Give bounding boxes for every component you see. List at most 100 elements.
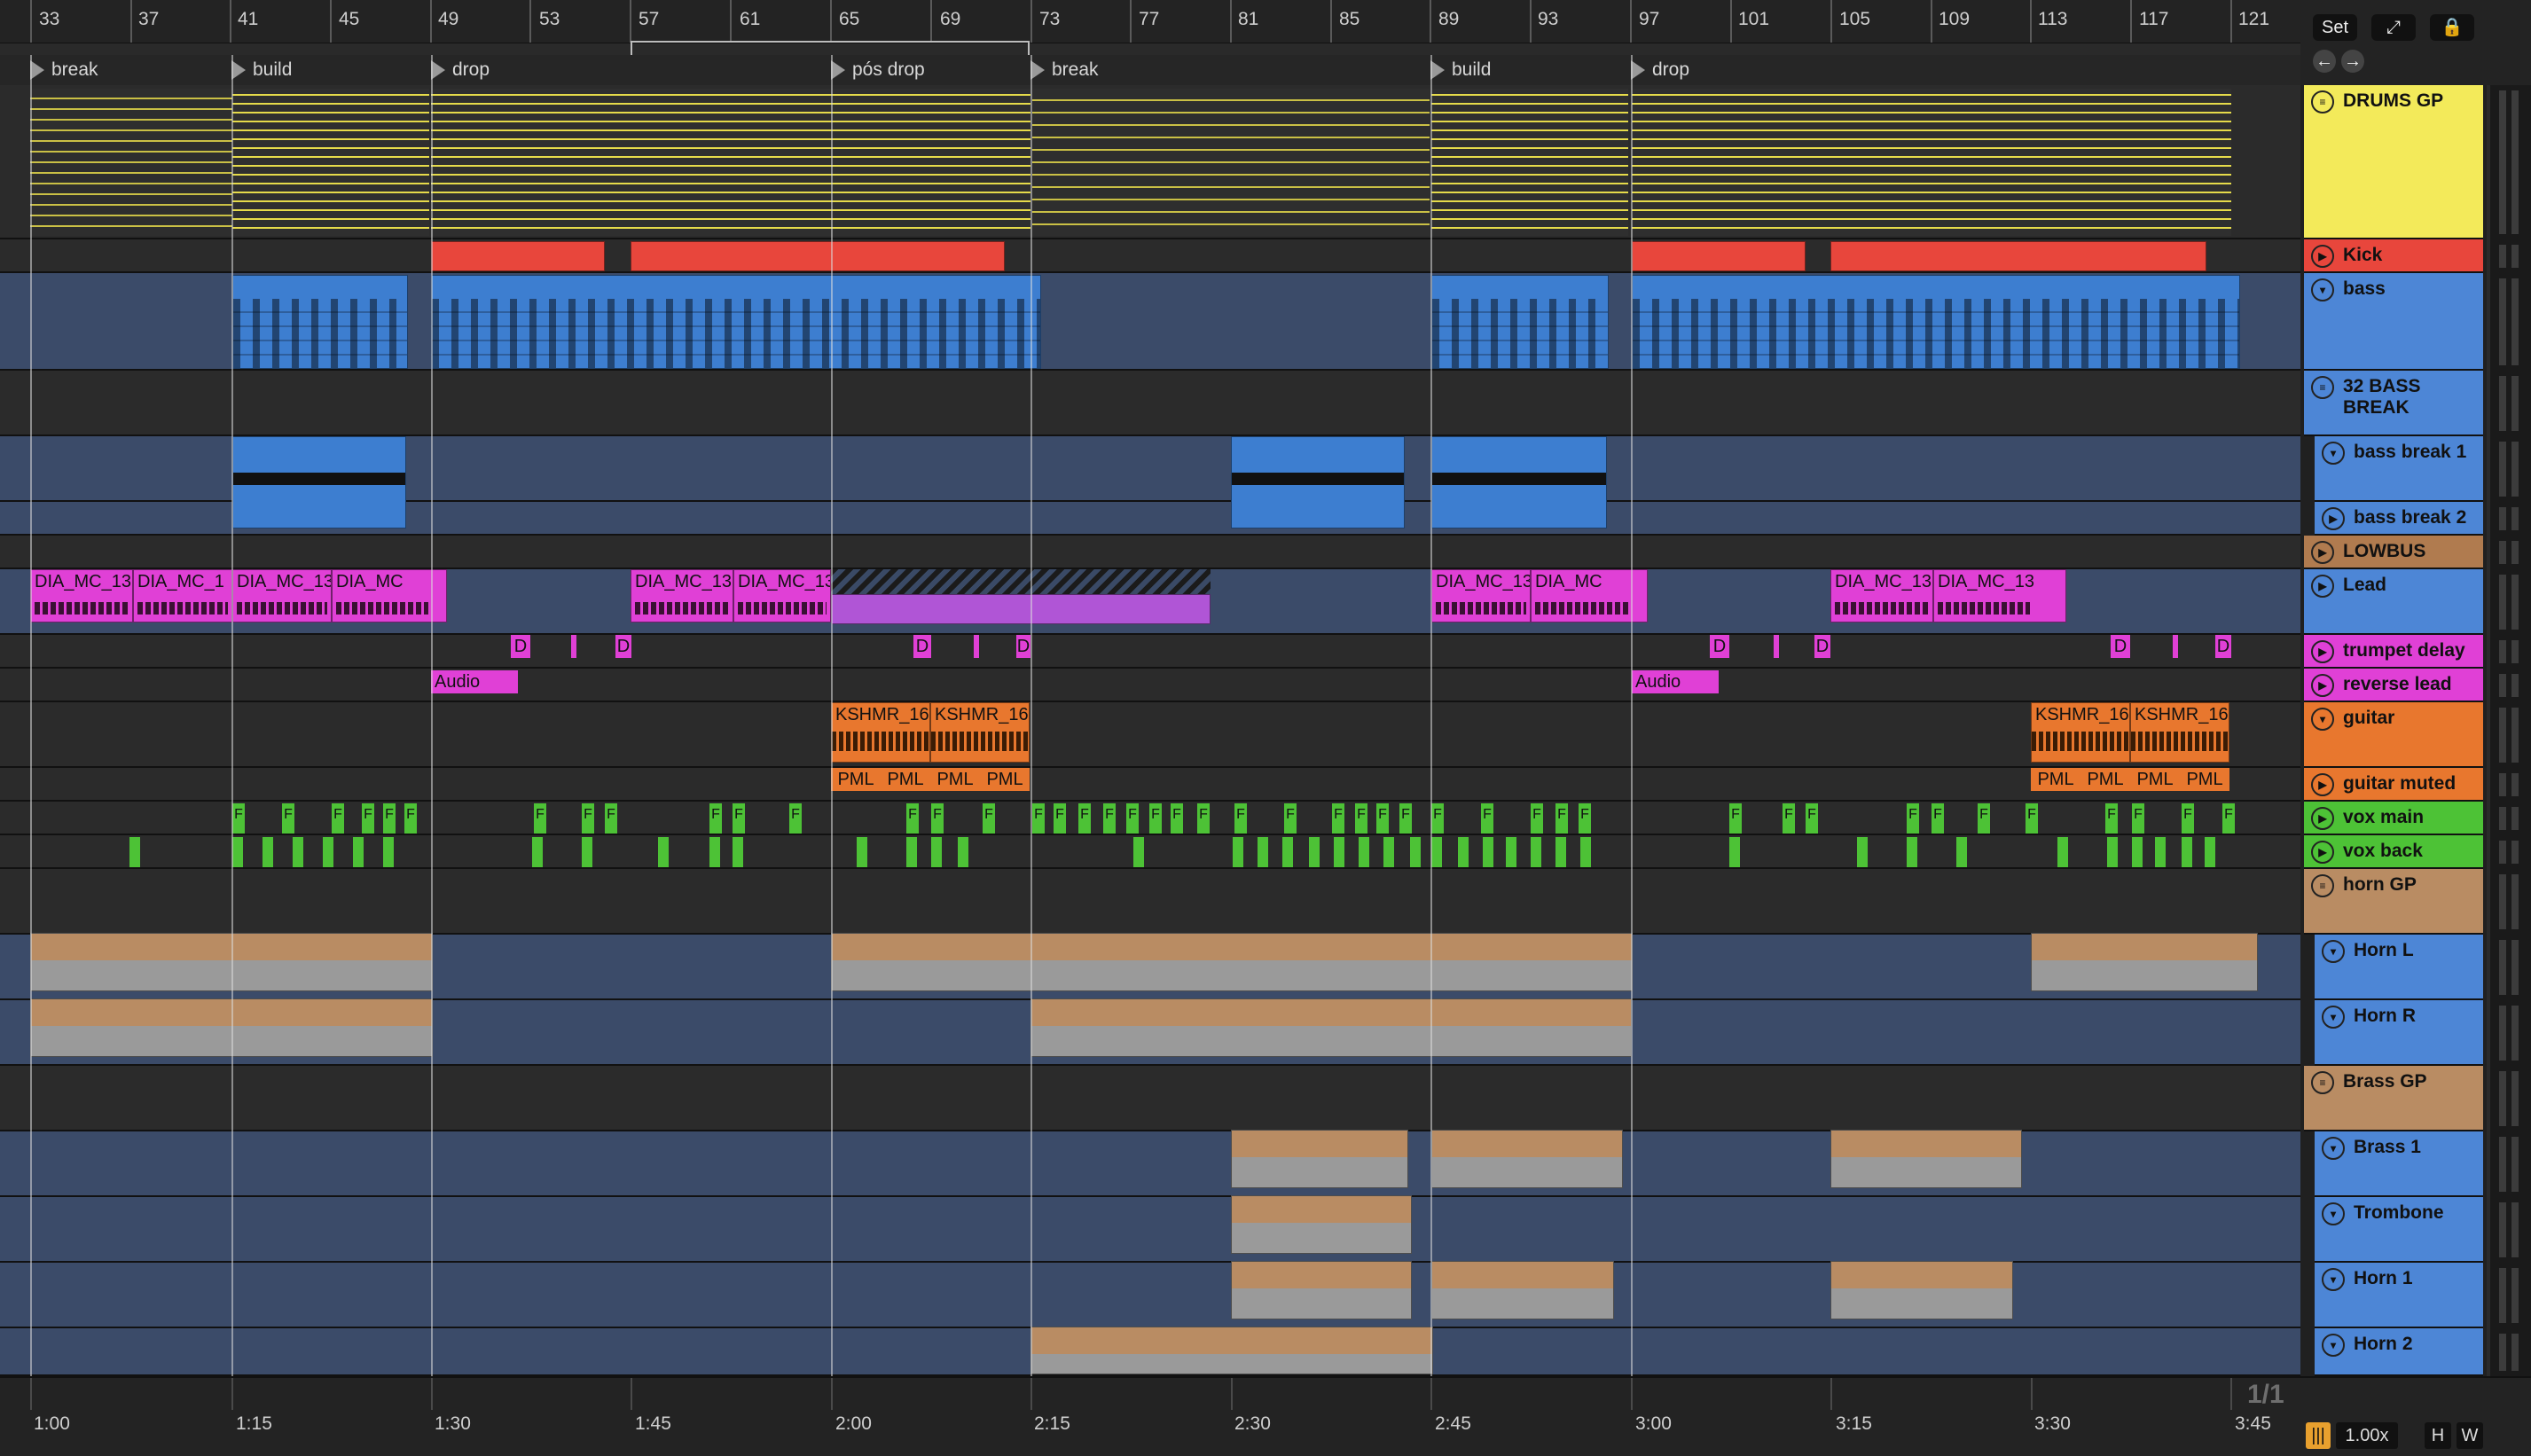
vox-main-clip[interactable]: F [983, 803, 995, 834]
guitar-clip[interactable]: KSHMR_16 [2130, 702, 2229, 763]
vox-main-clip[interactable]: F [232, 803, 245, 834]
locator-build-2[interactable]: build [1430, 57, 1491, 83]
vox-back-clip[interactable] [733, 837, 743, 867]
vox-back-clip[interactable] [1555, 837, 1566, 867]
vox-main-clip[interactable]: F [605, 803, 617, 834]
trumpet-delay-clip[interactable]: D [2215, 635, 2231, 658]
play-icon[interactable]: ▶ [2311, 807, 2334, 830]
vox-back-clip[interactable] [1483, 837, 1493, 867]
vox-main-clip[interactable]: F [733, 803, 745, 834]
chevron-down-icon[interactable]: ▾ [2311, 278, 2334, 301]
play-icon[interactable]: ▶ [2311, 640, 2334, 663]
bass-clip[interactable] [232, 275, 408, 369]
vox-main-clip[interactable]: F [1431, 803, 1444, 834]
guitar-muted-clip[interactable]: PML [2130, 768, 2180, 791]
vox-main-clip[interactable]: F [1355, 803, 1367, 834]
bass-clip[interactable] [1632, 275, 2240, 369]
vox-main-clip[interactable]: F [1171, 803, 1183, 834]
guitar-muted-clip[interactable]: PML [881, 768, 930, 791]
vox-back-clip[interactable] [1383, 837, 1394, 867]
kick-clip[interactable] [1632, 241, 1806, 271]
vox-back-clip[interactable] [1233, 837, 1243, 867]
vox-main-clip[interactable]: F [1555, 803, 1568, 834]
locator-break-2[interactable]: break [1030, 57, 1099, 83]
track-header-horn-gp[interactable]: ≡ horn GP [2304, 869, 2483, 935]
vox-back-clip[interactable] [857, 837, 867, 867]
vox-back-clip[interactable] [658, 837, 669, 867]
vox-back-clip[interactable] [1729, 837, 1740, 867]
vox-back-clip[interactable] [931, 837, 942, 867]
guitar-muted-clip[interactable]: PML [2080, 768, 2130, 791]
chevron-down-icon[interactable]: ▾ [2322, 1268, 2345, 1291]
vox-main-clip[interactable]: F [1197, 803, 1210, 834]
brass-1-clip[interactable] [1830, 1130, 2022, 1188]
drums-midi-clip[interactable] [431, 89, 1030, 236]
vox-back-clip[interactable] [323, 837, 333, 867]
bass-clip[interactable] [1431, 275, 1609, 369]
vox-main-clip[interactable]: F [282, 803, 294, 834]
bass-break-clip[interactable] [232, 436, 406, 528]
vox-main-clip[interactable]: F [1729, 803, 1742, 834]
track-header-32-bass-break[interactable]: ≡ 32 BASS BREAK [2304, 371, 2483, 436]
track-header-horn-r[interactable]: ▾ Horn R [2315, 1000, 2483, 1066]
vox-back-clip[interactable] [906, 837, 917, 867]
vox-main-clip[interactable]: F [709, 803, 722, 834]
vox-back-clip[interactable] [1359, 837, 1369, 867]
vox-back-clip[interactable] [129, 837, 140, 867]
h-button[interactable]: H [2425, 1422, 2451, 1449]
vox-back-clip[interactable] [2057, 837, 2068, 867]
vox-back-clip[interactable] [1580, 837, 1591, 867]
lead-audio-clip[interactable]: DIA_MC [332, 569, 447, 622]
arrangement-lanes[interactable]: DIA_MC_13 DIA_MC_1 DIA_MC_13 DIA_MC DIA_… [0, 85, 2300, 1376]
vox-main-clip[interactable]: F [1907, 803, 1919, 834]
vox-back-clip[interactable] [293, 837, 303, 867]
chevron-down-icon[interactable]: ▾ [2322, 940, 2345, 963]
kick-clip[interactable] [631, 241, 1005, 271]
vox-back-clip[interactable] [1956, 837, 1967, 867]
trumpet-delay-clip[interactable]: D [1710, 635, 1729, 658]
play-icon[interactable]: ▶ [2322, 507, 2345, 530]
vox-main-clip[interactable]: F [1932, 803, 1944, 834]
vox-main-clip[interactable]: F [2222, 803, 2235, 834]
play-icon[interactable]: ▶ [2311, 541, 2334, 564]
vox-main-clip[interactable]: F [1481, 803, 1493, 834]
guitar-muted-clip[interactable]: PML [930, 768, 980, 791]
guitar-clip[interactable]: KSHMR_16 [930, 702, 1030, 763]
trombone-clip[interactable] [1231, 1195, 1412, 1254]
lead-audio-clip[interactable]: DIA_MC_13 [733, 569, 831, 622]
zoom-readout[interactable]: 1.00x [2336, 1422, 2398, 1449]
vox-main-clip[interactable]: F [1126, 803, 1139, 834]
vox-main-clip[interactable]: F [383, 803, 396, 834]
track-header-bass-break-2[interactable]: ▶ bass break 2 [2315, 502, 2483, 536]
kick-clip[interactable] [431, 241, 605, 271]
track-header-trumpet-delay[interactable]: ▶ trumpet delay [2304, 635, 2483, 669]
arrow-right-icon[interactable]: → [2341, 50, 2364, 73]
track-header-horn-2[interactable]: ▾ Horn 2 [2315, 1328, 2483, 1376]
guitar-muted-clip[interactable]: PML [2180, 768, 2229, 791]
guitar-clip[interactable]: KSHMR_16 [831, 702, 930, 763]
brass-1-clip[interactable] [1231, 1130, 1408, 1188]
play-icon[interactable]: ▶ [2311, 674, 2334, 697]
vox-back-clip[interactable] [1282, 837, 1293, 867]
trumpet-delay-clip[interactable]: D [615, 635, 631, 658]
vox-back-clip[interactable] [1133, 837, 1144, 867]
track-header-guitar-muted[interactable]: ▶ guitar muted [2304, 768, 2483, 802]
vox-back-clip[interactable] [1431, 837, 1442, 867]
group-icon[interactable]: ≡ [2311, 90, 2334, 114]
trumpet-delay-clip[interactable]: D [2111, 635, 2130, 658]
vox-back-clip[interactable] [2132, 837, 2143, 867]
vox-back-clip[interactable] [532, 837, 543, 867]
vox-back-clip[interactable] [958, 837, 968, 867]
vox-main-clip[interactable]: F [582, 803, 594, 834]
brass-1-clip[interactable] [1431, 1130, 1623, 1188]
vox-back-clip[interactable] [1309, 837, 1320, 867]
horn-l-clip[interactable] [831, 933, 1633, 991]
reverse-lead-clip[interactable]: Audio [1632, 670, 1719, 693]
vox-main-clip[interactable]: F [1783, 803, 1795, 834]
group-icon[interactable]: ≡ [2311, 874, 2334, 897]
guitar-muted-clip[interactable]: PML [980, 768, 1030, 791]
trumpet-delay-clip[interactable]: D [913, 635, 931, 658]
vox-main-clip[interactable]: F [534, 803, 546, 834]
bass-break-clip[interactable] [1431, 436, 1607, 528]
chevron-down-icon[interactable]: ▾ [2322, 1137, 2345, 1160]
